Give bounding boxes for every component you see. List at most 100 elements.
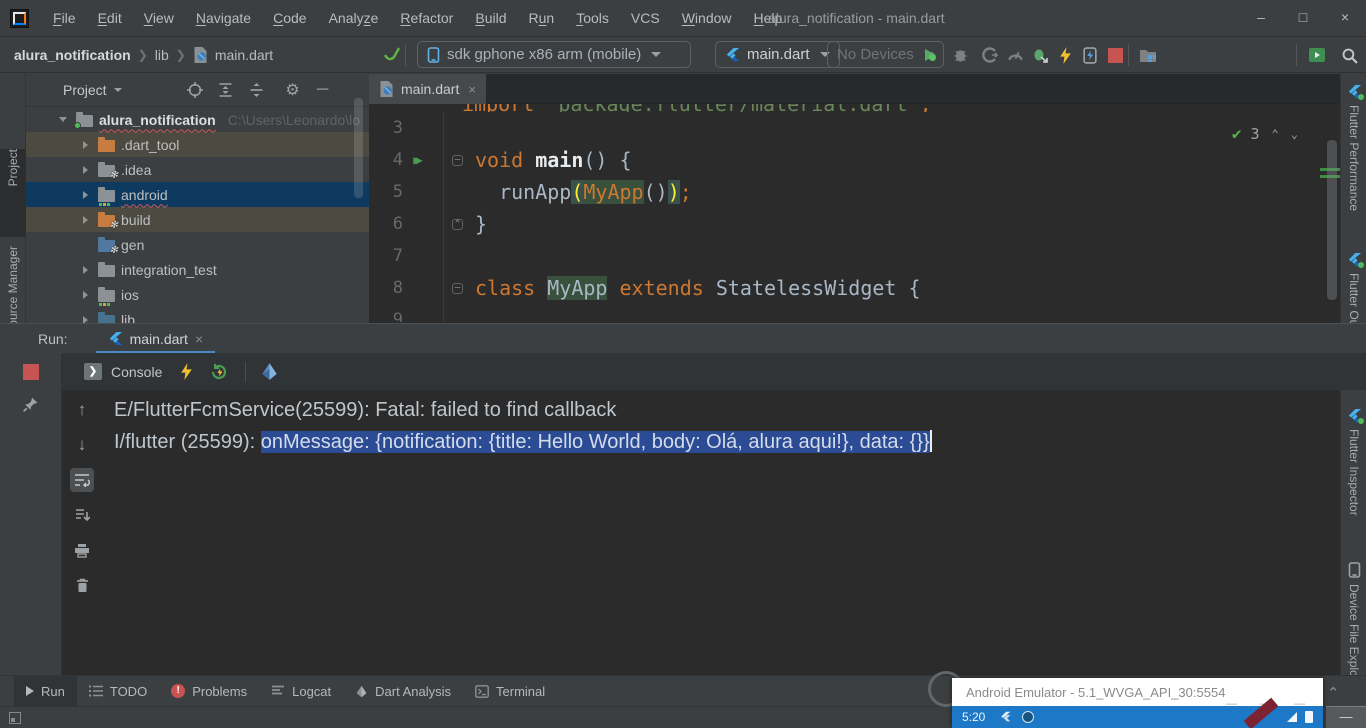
flutter-attach-icon[interactable] [380,43,404,67]
fold-marker-icon[interactable]: ⌃ [452,219,463,230]
menu-item-window[interactable]: Window [671,0,743,36]
menu-item-refactor[interactable]: Refactor [389,0,464,36]
pin-tab-icon[interactable] [22,396,39,413]
tree-item-alura-notification[interactable]: alura_notificationC:\Users\Leonardo\lo [26,107,369,132]
hot-reload-icon[interactable] [180,363,193,380]
menu-item-run[interactable]: Run [518,0,566,36]
tool-window-button-run[interactable]: Run [14,676,77,707]
menu-item-build[interactable]: Build [464,0,517,36]
fold-marker-icon[interactable]: – [452,155,463,166]
stop-process-button[interactable] [23,364,39,380]
taskbar-fragment[interactable]: — [1326,706,1366,728]
run-button[interactable] [918,43,942,67]
settings-gear-icon[interactable]: ⚙ [282,79,304,101]
code-editor[interactable]: import 'package:flutter/material.dart'; … [369,104,1340,322]
locate-file-icon[interactable] [184,79,206,101]
code-line-7[interactable]: 7 [369,240,1340,272]
code-line-8[interactable]: 8–class MyApp extends StatelessWidget { [369,272,1340,304]
code-line-6[interactable]: 6⌃} [369,208,1340,240]
clear-all-icon[interactable] [70,573,94,597]
next-problem-icon[interactable]: ⌄ [1291,118,1298,150]
stripe-item-project[interactable]: Project [0,149,26,237]
close-button[interactable]: × [1324,0,1366,34]
debug-button[interactable] [948,43,972,67]
chevron-right-icon[interactable] [78,316,92,324]
soft-wrap-icon[interactable] [70,468,94,492]
menu-item-analyze[interactable]: Analyze [318,0,390,36]
tool-window-switcher-icon[interactable] [9,712,21,724]
inspection-widget[interactable]: ✔ 3 ⌃ ⌄ [1232,118,1298,150]
hot-reload-button[interactable] [1053,43,1077,67]
chevron-right-icon[interactable] [78,141,92,149]
dart-devtools-icon[interactable] [260,362,279,381]
project-panel-title[interactable]: Project [63,82,122,98]
android-emulator-window[interactable]: Android Emulator - 5.1_WVGA_API_30:5554 … [952,678,1323,728]
hot-restart-button[interactable] [1078,43,1102,67]
coverage-button[interactable] [978,43,1002,67]
hot-restart-icon[interactable] [209,363,229,381]
expand-all-icon[interactable] [215,79,237,101]
menu-item-navigate[interactable]: Navigate [185,0,262,36]
print-icon[interactable] [70,538,94,562]
menu-item-code[interactable]: Code [262,0,317,36]
stripe-item-flutter-performance[interactable]: Flutter Performance [1341,84,1366,211]
close-tab-icon[interactable]: × [468,82,476,97]
tree-item-build[interactable]: ✻build [26,207,369,232]
tree-item-lib[interactable]: lib [26,307,369,323]
menu-item-vcs[interactable]: VCS [620,0,671,36]
tree-item-ios[interactable]: ios [26,282,369,307]
prev-problem-icon[interactable]: ⌃ [1272,118,1279,150]
tree-item-integration-test[interactable]: integration_test [26,257,369,282]
chevron-right-icon[interactable] [78,266,92,274]
chevron-down-icon[interactable] [56,117,70,122]
code-line-5[interactable]: 5 runApp(MyApp()); [369,176,1340,208]
project-structure-icon[interactable] [1136,43,1160,67]
console-tab[interactable]: ❯ Console [84,363,162,380]
stop-button[interactable] [1103,43,1127,67]
tree-scrollbar[interactable] [354,98,363,198]
chevron-right-icon[interactable] [78,166,92,174]
tool-window-button-terminal[interactable]: Terminal [463,676,557,707]
menu-item-tools[interactable]: Tools [565,0,620,36]
console-output[interactable]: E/FlutterFcmService(25599): Fatal: faile… [102,390,1340,675]
run-main-icon[interactable]: ▶▶ [403,144,433,176]
up-stack-icon[interactable]: ↑ [70,398,94,422]
editor-tab-main-dart[interactable]: main.dart × [369,74,486,104]
tool-window-button-problems[interactable]: !Problems [159,676,259,707]
fold-marker-icon[interactable]: – [452,283,463,294]
breadcrumb-project[interactable]: alura_notification [14,47,131,63]
code-line-9[interactable]: 9 [369,304,1340,322]
menu-item-view[interactable]: View [133,0,185,36]
chevron-right-icon[interactable] [78,291,92,299]
maximize-button[interactable]: □ [1282,0,1324,34]
breadcrumb-file[interactable]: main.dart [215,47,273,63]
tree-item-android[interactable]: android [26,182,369,207]
code-line-4[interactable]: 4▶▶–void main() { [369,144,1340,176]
chevron-up-icon[interactable]: ⌃ [1327,684,1340,702]
attach-debugger-button[interactable] [1028,43,1052,67]
tree-item-gen[interactable]: ✻gen [26,232,369,257]
running-devices-icon[interactable] [1305,43,1329,67]
menu-item-edit[interactable]: Edit [87,0,133,36]
hide-panel-icon[interactable]: ─ [312,79,334,101]
tool-window-button-logcat[interactable]: Logcat [259,676,343,707]
search-icon[interactable] [1337,43,1361,67]
down-stack-icon[interactable]: ↓ [70,433,94,457]
menu-item-file[interactable]: File [42,0,87,36]
tool-window-button-todo[interactable]: TODO [77,676,159,707]
minimize-button[interactable]: – [1240,0,1282,34]
chevron-right-icon[interactable] [78,216,92,224]
code-line-3[interactable]: 3 [369,112,1340,144]
tree-item--dart-tool[interactable]: .dart_tool [26,132,369,157]
breadcrumb-lib[interactable]: lib [155,47,169,63]
run-config-dropdown[interactable]: main.dart [715,41,840,68]
chevron-right-icon[interactable] [78,191,92,199]
scroll-to-end-icon[interactable] [70,503,94,527]
run-tab-main-dart[interactable]: main.dart × [96,324,216,354]
profiler-button[interactable] [1003,43,1027,67]
tree-item--idea[interactable]: ✻.idea [26,157,369,182]
close-tab-icon[interactable]: × [195,331,203,347]
device-selector-dropdown[interactable]: sdk gphone x86 arm (mobile) [417,41,691,68]
editor-scrollbar[interactable] [1327,140,1337,300]
collapse-all-icon[interactable] [246,79,268,101]
